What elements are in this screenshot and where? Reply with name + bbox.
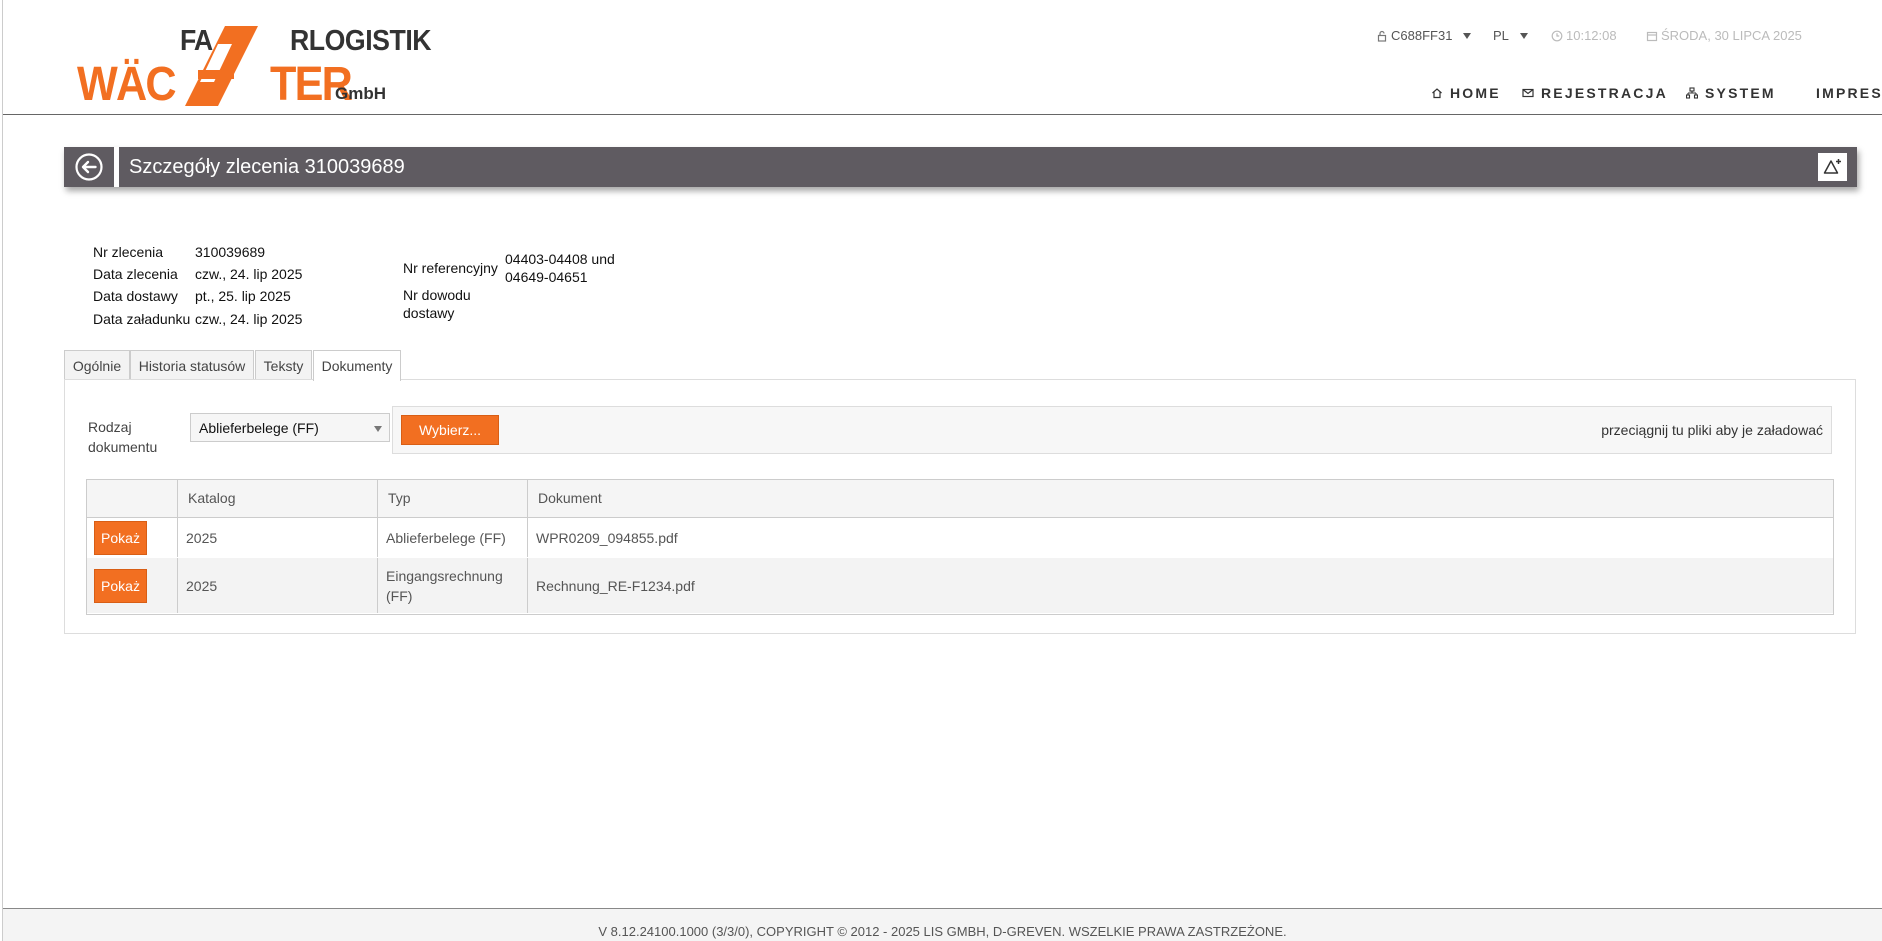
row-action-cell: Pokaż [87,558,178,613]
row-document-cell: WPR0209_094855.pdf [536,529,678,546]
user-menu[interactable]: C688FF31 [1376,28,1472,43]
order-date-label: Data zlecenia [93,266,178,282]
logo-text-fa: FA [180,25,213,57]
column-header-catalog[interactable]: Katalog [178,480,378,518]
tab-texts[interactable]: Teksty [255,350,312,380]
lock-icon [1377,30,1387,42]
tab-texts-label: Teksty [263,357,304,374]
header-status-row: C688FF31 PL 10:12:08 ŚRODA, 30 LIPCA 202… [1373,28,1882,50]
table-row: Pokaż 2025 Eingangsrechnung (FF) Rechnun… [87,558,1833,614]
document-type-value: Ablieferbelege (FF) [199,420,319,436]
order-date-value: czw., 24. lip 2025 [195,266,303,282]
show-document-button[interactable]: Pokaż [94,520,147,555]
page-titlebar: Szczegóły zlecenia 310039689 [119,147,1857,187]
tab-documents-label: Dokumenty [321,358,393,374]
page-title: Szczegóły zlecenia 310039689 [129,156,405,178]
language-menu[interactable]: PL [1493,28,1528,43]
nav-system[interactable]: SYSTEM [1686,85,1776,101]
column-header-document[interactable]: Dokument [528,480,1833,518]
order-no-value: 310039689 [195,244,266,260]
envelope-icon [1522,88,1534,98]
tab-status-history[interactable]: Historia statusów [130,350,254,380]
loading-date-value: czw., 24. lip 2025 [195,311,303,327]
delivery-date-value: pt., 25. lip 2025 [195,288,291,304]
delivery-date-label: Data dostawy [93,288,178,304]
tab-general[interactable]: Ogólnie [64,350,130,380]
date-display: ŚRODA, 30 LIPCA 2025 [1646,28,1802,43]
chevron-down-icon [374,426,382,432]
drop-hint: przeciągnij tu pliki aby je załadować [1601,422,1823,438]
documents-panel: Rodzaj dokumentu Ablieferbelege (FF) Wyb… [64,379,1856,634]
header: FA RLOGISTIK WÄC TER GmbH C688FF31 PL 10… [3,3,1882,115]
nav-registration[interactable]: REJESTRACJA [1522,85,1668,101]
row-document-cell: Rechnung_RE-F1234.pdf [536,577,695,594]
row-type-cell: Ablieferbelege (FF) [378,518,528,557]
row-catalog-cell: 2025 [178,558,378,613]
nav-registration-label: REJESTRACJA [1541,85,1668,101]
nav-home[interactable]: HOME [1431,85,1501,101]
nav-imprint-label: IMPRESUM [1816,85,1882,101]
row-type-cell: Eingangsrechnung (FF) [378,558,528,613]
order-no-label: Nr zlecenia [93,244,164,260]
clock-icon [1551,30,1563,41]
home-icon [1432,88,1442,99]
current-date: ŚRODA, 30 LIPCA 2025 [1661,28,1802,43]
footer: V 8.12.24100.1000 (3/3/0), COPYRIGHT © 2… [3,908,1882,941]
reference-label: Nr referencyjny [403,260,498,276]
show-document-label: Pokaż [101,529,140,546]
delivery-note-label: Nr dowodu dostawy [403,287,471,321]
user-code: C688FF31 [1391,28,1453,43]
show-document-label: Pokaż [101,577,140,594]
documents-table: Katalog Typ Dokument Pokaż 2025 Abliefer… [86,479,1834,615]
nav-imprint[interactable]: IMPRESUM [1816,85,1882,101]
copyright-text: V 8.12.24100.1000 (3/3/0), COPYRIGHT © 2… [598,924,1287,939]
tab-documents[interactable]: Dokumenty [313,350,401,381]
chevron-down-icon [1463,32,1472,39]
table-row: Pokaż 2025 Ablieferbelege (FF) WPR0209_0… [87,518,1833,558]
document-type-label: Rodzaj dokumentu [88,419,158,455]
current-time: 10:12:08 [1566,28,1617,43]
loading-date-label: Data załadunku [93,311,191,327]
show-document-button[interactable]: Pokaż [94,568,147,603]
nav-home-label: HOME [1450,85,1501,101]
company-logo[interactable]: FA RLOGISTIK WÄC TER GmbH [75,23,432,111]
nav-system-label: SYSTEM [1705,85,1776,101]
tab-general-label: Ogólnie [72,357,122,374]
row-catalog-cell: 2025 [178,518,378,557]
clock: 10:12:08 [1551,28,1617,43]
file-dropzone[interactable]: Wybierz... przeciągnij tu pliki aby je z… [392,406,1832,454]
choose-file-button[interactable]: Wybierz... [401,415,499,445]
logo-text-rlogistik: RLOGISTIK [290,25,432,57]
column-header-action [87,480,178,518]
warning-plus-icon [1823,159,1841,174]
logo-text-wac: WÄC [77,58,177,111]
logo-text-gmbh: GmbH [335,84,386,103]
arrow-left-circle-icon [75,153,103,181]
tab-status-history-label: Historia statusów [138,357,246,374]
chevron-down-icon [1519,32,1528,39]
calendar-icon [1646,31,1658,41]
language-code: PL [1493,28,1509,43]
add-alert-button[interactable] [1818,153,1847,181]
choose-file-label: Wybierz... [418,422,482,438]
document-type-select[interactable]: Ablieferbelege (FF) [190,413,390,442]
sitemap-icon [1686,87,1698,99]
column-header-type[interactable]: Typ [378,480,528,518]
row-action-cell: Pokaż [87,518,178,557]
reference-value: 04403-04408 und 04649-04651 [505,251,615,285]
page-left-border [2,0,3,941]
back-button[interactable] [64,147,114,187]
table-header: Katalog Typ Dokument [87,480,1833,518]
